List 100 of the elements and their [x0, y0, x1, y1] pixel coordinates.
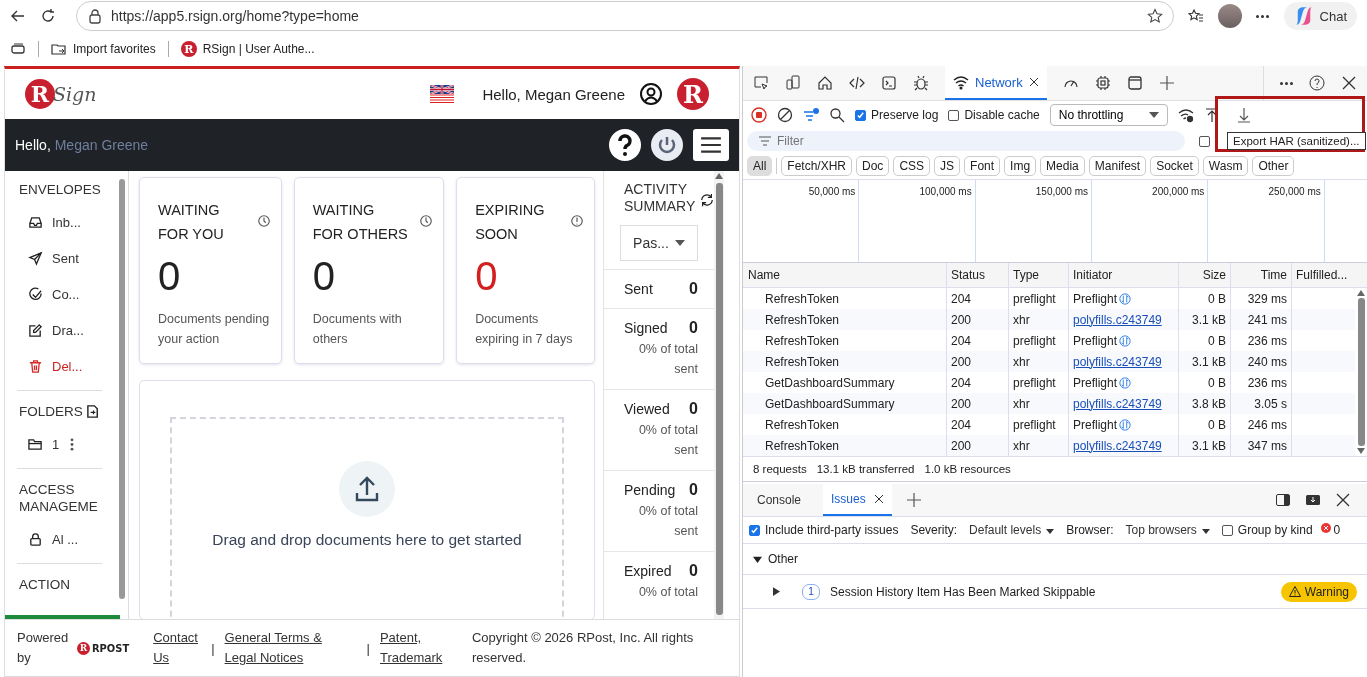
preserve-log-checkbox[interactable]: Preserve log: [855, 108, 939, 122]
type-filter-chip[interactable]: All: [747, 156, 773, 176]
issue-group[interactable]: Other: [743, 544, 1367, 575]
drawer-icon[interactable]: [1305, 492, 1321, 508]
column-header[interactable]: Status: [947, 263, 1009, 287]
sidebar-item[interactable]: Dra...: [11, 312, 116, 348]
initiator-link[interactable]: polyfills.c243749: [1069, 435, 1179, 456]
back-icon[interactable]: [10, 8, 26, 24]
drawer-tab[interactable]: Issues: [823, 484, 892, 516]
column-header[interactable]: Name: [743, 263, 947, 287]
type-filter-chip[interactable]: Other: [1252, 156, 1295, 176]
expand-icon[interactable]: [773, 587, 780, 596]
column-header[interactable]: Fulfilled...: [1292, 263, 1367, 287]
type-filter-chip[interactable]: Manifest: [1088, 156, 1147, 176]
group-by-kind-checkbox[interactable]: Group by kind: [1221, 523, 1313, 537]
type-filter-chip[interactable]: CSS: [893, 156, 931, 176]
type-filter-chip[interactable]: JS: [934, 156, 961, 176]
type-filter-chip[interactable]: Socket: [1150, 156, 1199, 176]
footer-link[interactable]: General Terms & Legal Notices: [224, 628, 357, 668]
type-filter-chip[interactable]: Fetch/XHR: [781, 156, 853, 176]
disable-cache-checkbox[interactable]: Disable cache: [948, 108, 1040, 122]
bookmark-link[interactable]: Import favorites: [51, 41, 156, 57]
sidebar-item[interactable]: Del...: [11, 348, 116, 384]
footer-link[interactable]: Patent, Trademark: [379, 628, 444, 668]
scroll-down-icon[interactable]: [1357, 448, 1365, 454]
filter-field[interactable]: Filter: [747, 131, 1185, 151]
type-filter-chip[interactable]: Wasm: [1202, 156, 1249, 176]
sidebar-item[interactable]: Sent: [11, 240, 116, 276]
network-tab[interactable]: Network: [945, 66, 1047, 100]
third-party-checkbox[interactable]: Include third-party issues: [749, 523, 899, 537]
power-icon[interactable]: [651, 129, 683, 161]
star-icon[interactable]: [1146, 8, 1163, 24]
home-icon[interactable]: [817, 75, 833, 91]
issue-title[interactable]: Session History Item Has Been Marked Skippable: [830, 584, 1096, 599]
device-icon[interactable]: [785, 75, 801, 91]
type-filter-chip[interactable]: Font: [964, 156, 1001, 176]
more-icon[interactable]: [1255, 14, 1270, 18]
chat-button[interactable]: Chat: [1283, 2, 1357, 30]
user-icon[interactable]: [639, 82, 663, 106]
scrollbar-thumb[interactable]: [119, 179, 125, 599]
initiator-link[interactable]: polyfills.c243749: [1069, 351, 1179, 372]
chip-icon[interactable]: [1094, 75, 1111, 91]
preflight-icon[interactable]: [1119, 334, 1132, 347]
footer-link[interactable]: Contact Us: [153, 628, 202, 668]
scrollbar-thumb[interactable]: [715, 183, 723, 615]
tab-actions-icon[interactable]: [10, 41, 26, 57]
scrollbar-thumb[interactable]: [1357, 298, 1365, 446]
close-icon[interactable]: [1341, 75, 1357, 91]
close-icon[interactable]: [1335, 492, 1351, 508]
sidebar-item[interactable]: Al ...: [11, 521, 116, 557]
preflight-icon[interactable]: [1119, 418, 1132, 431]
refresh-icon[interactable]: [700, 193, 714, 207]
add-icon[interactable]: [905, 492, 922, 508]
favorites-icon[interactable]: [1187, 8, 1204, 24]
network-settings-icon[interactable]: [1178, 107, 1195, 123]
clear-icon[interactable]: [777, 107, 793, 123]
inspect-icon[interactable]: [753, 75, 769, 91]
reload-icon[interactable]: [40, 8, 56, 24]
initiator-link[interactable]: polyfills.c243749: [1069, 393, 1179, 414]
column-header[interactable]: Initiator: [1069, 263, 1179, 287]
flag-icon[interactable]: [430, 85, 455, 103]
column-header[interactable]: Size: [1179, 263, 1231, 287]
bookmark-link[interactable]: R RSign | User Authe...: [180, 41, 315, 57]
console-icon[interactable]: [881, 75, 897, 91]
window-icon[interactable]: [1126, 75, 1143, 91]
search-icon[interactable]: [829, 107, 845, 123]
period-dropdown[interactable]: Pas...: [620, 225, 698, 261]
close-icon[interactable]: [1028, 77, 1039, 87]
bug-icon[interactable]: [913, 75, 929, 91]
add-folder-icon[interactable]: [85, 404, 101, 419]
drawer-tab[interactable]: Console: [749, 484, 810, 516]
dock-icon[interactable]: [1275, 492, 1291, 508]
severity-dropdown[interactable]: Default levels: [969, 523, 1055, 537]
throttling-dropdown[interactable]: No throttling: [1049, 104, 1169, 126]
help-icon[interactable]: [609, 129, 641, 161]
sidebar-item[interactable]: 1: [11, 426, 116, 462]
preflight-icon[interactable]: [1119, 376, 1132, 389]
preflight-icon[interactable]: [1119, 292, 1132, 305]
scroll-up-icon[interactable]: [1357, 290, 1365, 296]
column-header[interactable]: Time: [1231, 263, 1292, 287]
type-filter-chip[interactable]: Img: [1004, 156, 1037, 176]
scroll-up-icon[interactable]: [715, 173, 723, 179]
help-icon[interactable]: [1309, 75, 1325, 91]
upload-icon[interactable]: [339, 461, 395, 517]
more-icon[interactable]: [70, 436, 75, 452]
filter-icon[interactable]: [803, 107, 819, 123]
more-icon[interactable]: [1280, 81, 1293, 85]
sidebar-item[interactable]: Inb...: [11, 204, 116, 240]
close-icon[interactable]: [873, 494, 884, 504]
sidebar-item[interactable]: Co...: [11, 276, 116, 312]
profile-avatar[interactable]: [1217, 4, 1242, 28]
record-icon[interactable]: [751, 107, 767, 123]
type-filter-chip[interactable]: Doc: [856, 156, 890, 176]
column-header[interactable]: Type: [1009, 263, 1069, 287]
type-filter-chip[interactable]: Media: [1040, 156, 1085, 176]
checkbox[interactable]: [1199, 135, 1210, 147]
initiator-link[interactable]: polyfills.c243749: [1069, 309, 1179, 330]
menu-button[interactable]: [693, 129, 729, 161]
export-icon[interactable]: [1236, 107, 1253, 123]
drop-zone[interactable]: Drag and drop documents here to get started: [170, 417, 564, 619]
